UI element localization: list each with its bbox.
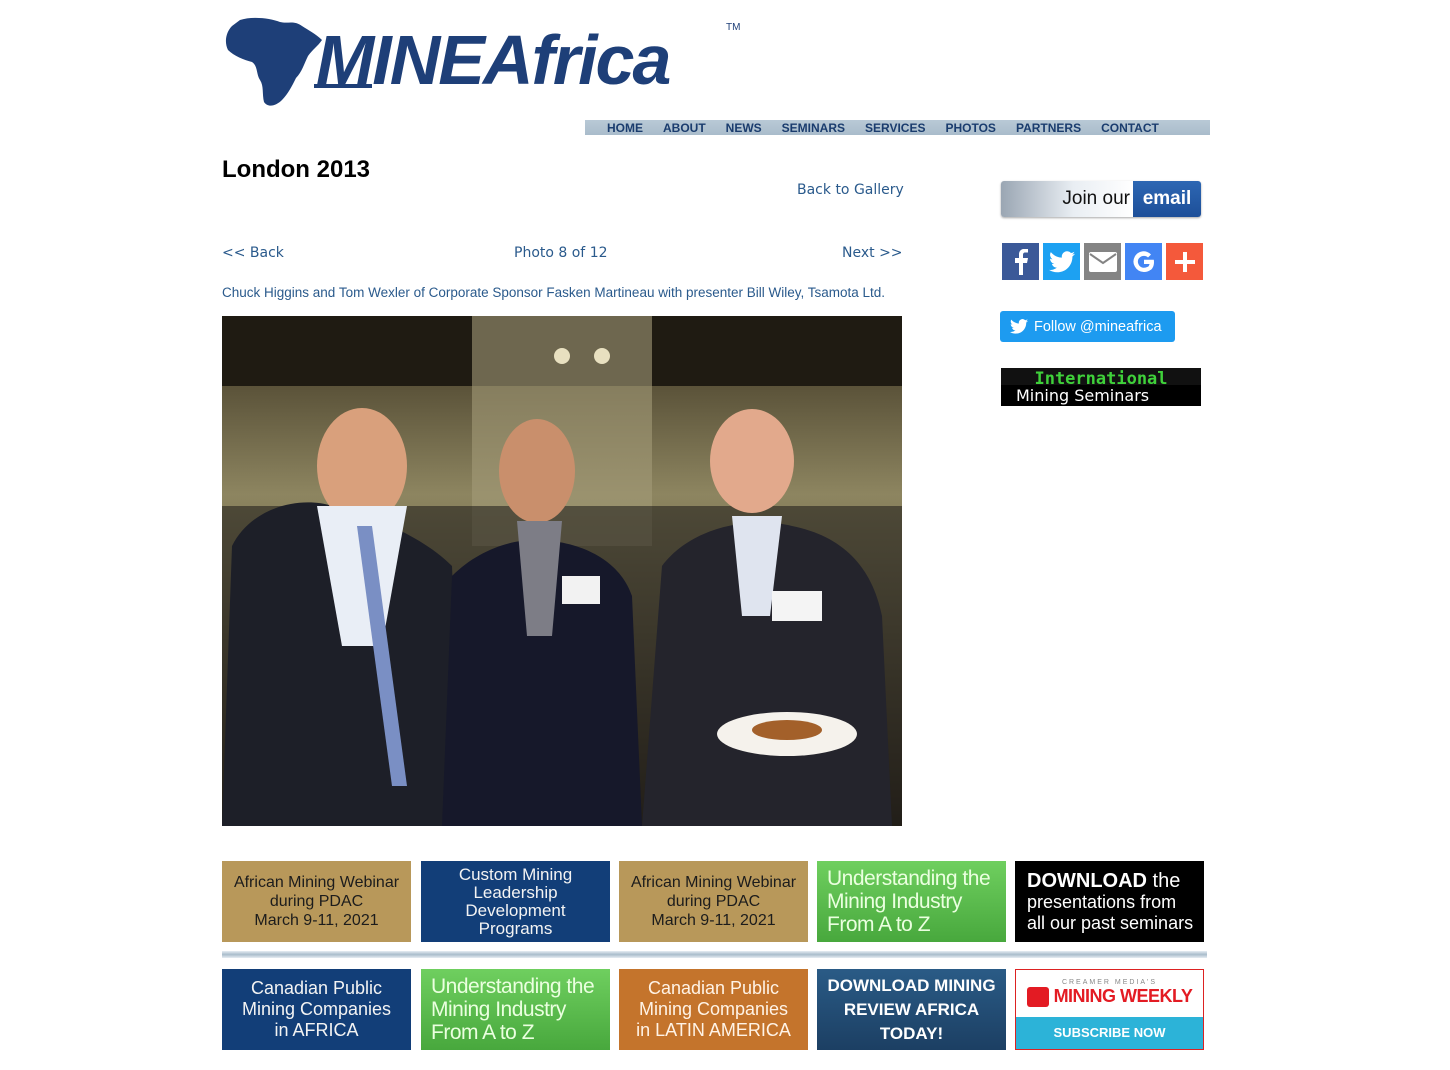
mining-weekly-logo-icon bbox=[1026, 986, 1049, 1007]
share-buttons bbox=[1002, 243, 1203, 280]
banner-line: during PDAC bbox=[666, 893, 761, 910]
banner-line: Mining Industry bbox=[827, 890, 962, 913]
banner-line: presentations from bbox=[1027, 891, 1177, 912]
africa-map-icon bbox=[225, 17, 322, 106]
mining-weekly-title: MINING WEEKLY bbox=[1053, 986, 1193, 1007]
banner-download-mining-review-africa[interactable]: DOWNLOAD MINING REVIEW AFRICA TODAY! bbox=[817, 969, 1006, 1050]
mining-weekly-publisher: CREAMER MEDIA'S bbox=[1061, 979, 1158, 987]
banner-line: Canadian Public bbox=[250, 978, 383, 998]
mining-weekly-title-row: MINING WEEKLY bbox=[1026, 986, 1193, 1007]
banner-line: Mining Companies bbox=[638, 999, 789, 1019]
plus-icon[interactable] bbox=[1166, 243, 1203, 280]
banner-line: Programs bbox=[478, 918, 553, 938]
banner-mining-weekly[interactable]: CREAMER MEDIA'S MINING WEEKLY SUBSCRIBE … bbox=[1015, 969, 1204, 1050]
google-icon[interactable] bbox=[1125, 243, 1162, 280]
main-nav: HOME ABOUT NEWS SEMINARS SERVICES PHOTOS… bbox=[585, 120, 1210, 135]
facebook-icon[interactable] bbox=[1002, 243, 1039, 280]
banner-understanding-mining-industry-2[interactable]: Understanding the Mining Industry From A… bbox=[421, 969, 610, 1050]
nav-seminars[interactable]: SEMINARS bbox=[782, 121, 845, 135]
page-title: London 2013 bbox=[222, 156, 371, 183]
join-email-highlight: email bbox=[1133, 181, 1201, 217]
join-email-button[interactable]: Join our email bbox=[1001, 181, 1201, 217]
twitter-bird-icon bbox=[1010, 319, 1028, 334]
international-mining-seminars-banner[interactable]: International Mining Seminars bbox=[1001, 368, 1201, 406]
banner-line: in LATIN AMERICA bbox=[636, 1020, 791, 1040]
nav-home[interactable]: HOME bbox=[607, 121, 643, 135]
banner-line: Understanding the bbox=[827, 867, 991, 890]
email-icon[interactable] bbox=[1084, 243, 1121, 280]
banner-line: all our past seminars bbox=[1027, 912, 1194, 933]
banner-download-rest: the bbox=[1152, 869, 1181, 892]
banner-line: March 9-11, 2021 bbox=[254, 912, 379, 929]
banner-line: African Mining Webinar bbox=[630, 874, 797, 891]
banner-line: Development bbox=[465, 900, 566, 920]
banner-custom-mining-leadership[interactable]: Custom Mining Leadership Development Pro… bbox=[421, 861, 610, 942]
previous-photo-link[interactable]: << Back bbox=[222, 245, 284, 261]
banner-line: Mining Companies bbox=[241, 999, 392, 1019]
twitter-icon[interactable] bbox=[1043, 243, 1080, 280]
svg-text:TM: TM bbox=[726, 22, 740, 33]
banner-line: March 9-11, 2021 bbox=[651, 912, 776, 929]
nav-partners[interactable]: PARTNERS bbox=[1016, 121, 1081, 135]
banner-download-presentations[interactable]: DOWNLOAD the presentations from all our … bbox=[1015, 861, 1204, 942]
banner-canadian-companies-africa[interactable]: Canadian Public Mining Companies in AFRI… bbox=[222, 969, 411, 1050]
nav-contact[interactable]: CONTACT bbox=[1101, 121, 1159, 135]
banner-canadian-companies-latin-america[interactable]: Canadian Public Mining Companies in LATI… bbox=[619, 969, 808, 1050]
banner-line: From A to Z bbox=[827, 913, 931, 936]
banner-line: Custom Mining bbox=[458, 864, 573, 884]
banner-line: in AFRICA bbox=[274, 1020, 359, 1040]
next-photo-link[interactable]: Next >> bbox=[842, 245, 903, 261]
nav-news[interactable]: NEWS bbox=[726, 121, 762, 135]
banner-download-word: DOWNLOAD bbox=[1027, 869, 1147, 892]
banner-line: Understanding the bbox=[431, 975, 595, 998]
join-email-label: Join our bbox=[1001, 181, 1133, 217]
mineafrica-logo[interactable]: MINEAfrica TM bbox=[222, 14, 742, 110]
photo-counter: Photo 8 of 12 bbox=[514, 245, 608, 261]
banner-understanding-mining-industry[interactable]: Understanding the Mining Industry From A… bbox=[817, 861, 1006, 942]
follow-label: Follow @mineafrica bbox=[1034, 318, 1162, 335]
subscribe-now-button[interactable]: SUBSCRIBE NOW bbox=[1016, 1016, 1203, 1049]
svg-text:MINEAfrica: MINEAfrica bbox=[316, 21, 669, 99]
banner-line: DOWNLOAD MINING bbox=[827, 975, 996, 995]
banner-line: Leadership bbox=[473, 882, 558, 902]
banner-line: TODAY! bbox=[879, 1023, 944, 1043]
gallery-photo bbox=[222, 316, 902, 826]
nav-about[interactable]: ABOUT bbox=[663, 121, 706, 135]
back-to-gallery-link[interactable]: Back to Gallery bbox=[797, 182, 904, 198]
banner-african-mining-webinar[interactable]: African Mining Webinar during PDAC March… bbox=[222, 861, 411, 942]
banner-line: African Mining Webinar bbox=[233, 874, 400, 891]
banner-line: From A to Z bbox=[431, 1021, 535, 1044]
nav-services[interactable]: SERVICES bbox=[865, 121, 925, 135]
banner-line: REVIEW AFRICA bbox=[843, 999, 980, 1019]
follow-twitter-button[interactable]: Follow @mineafrica bbox=[1000, 311, 1175, 342]
banner-line: Canadian Public bbox=[647, 978, 780, 998]
banner-line: during PDAC bbox=[269, 893, 364, 910]
banner-line: DOWNLOAD the bbox=[1027, 870, 1180, 892]
banner-line: Mining Industry bbox=[431, 998, 566, 1021]
photo-caption: Chuck Higgins and Tom Wexler of Corporat… bbox=[222, 285, 886, 300]
banner-african-mining-webinar-2[interactable]: African Mining Webinar during PDAC March… bbox=[619, 861, 808, 942]
svg-text:Mining Seminars: Mining Seminars bbox=[1016, 386, 1149, 405]
banner-divider bbox=[222, 951, 1207, 958]
mining-weekly-header: CREAMER MEDIA'S MINING WEEKLY bbox=[1016, 970, 1203, 1017]
nav-photos[interactable]: PHOTOS bbox=[945, 121, 995, 135]
